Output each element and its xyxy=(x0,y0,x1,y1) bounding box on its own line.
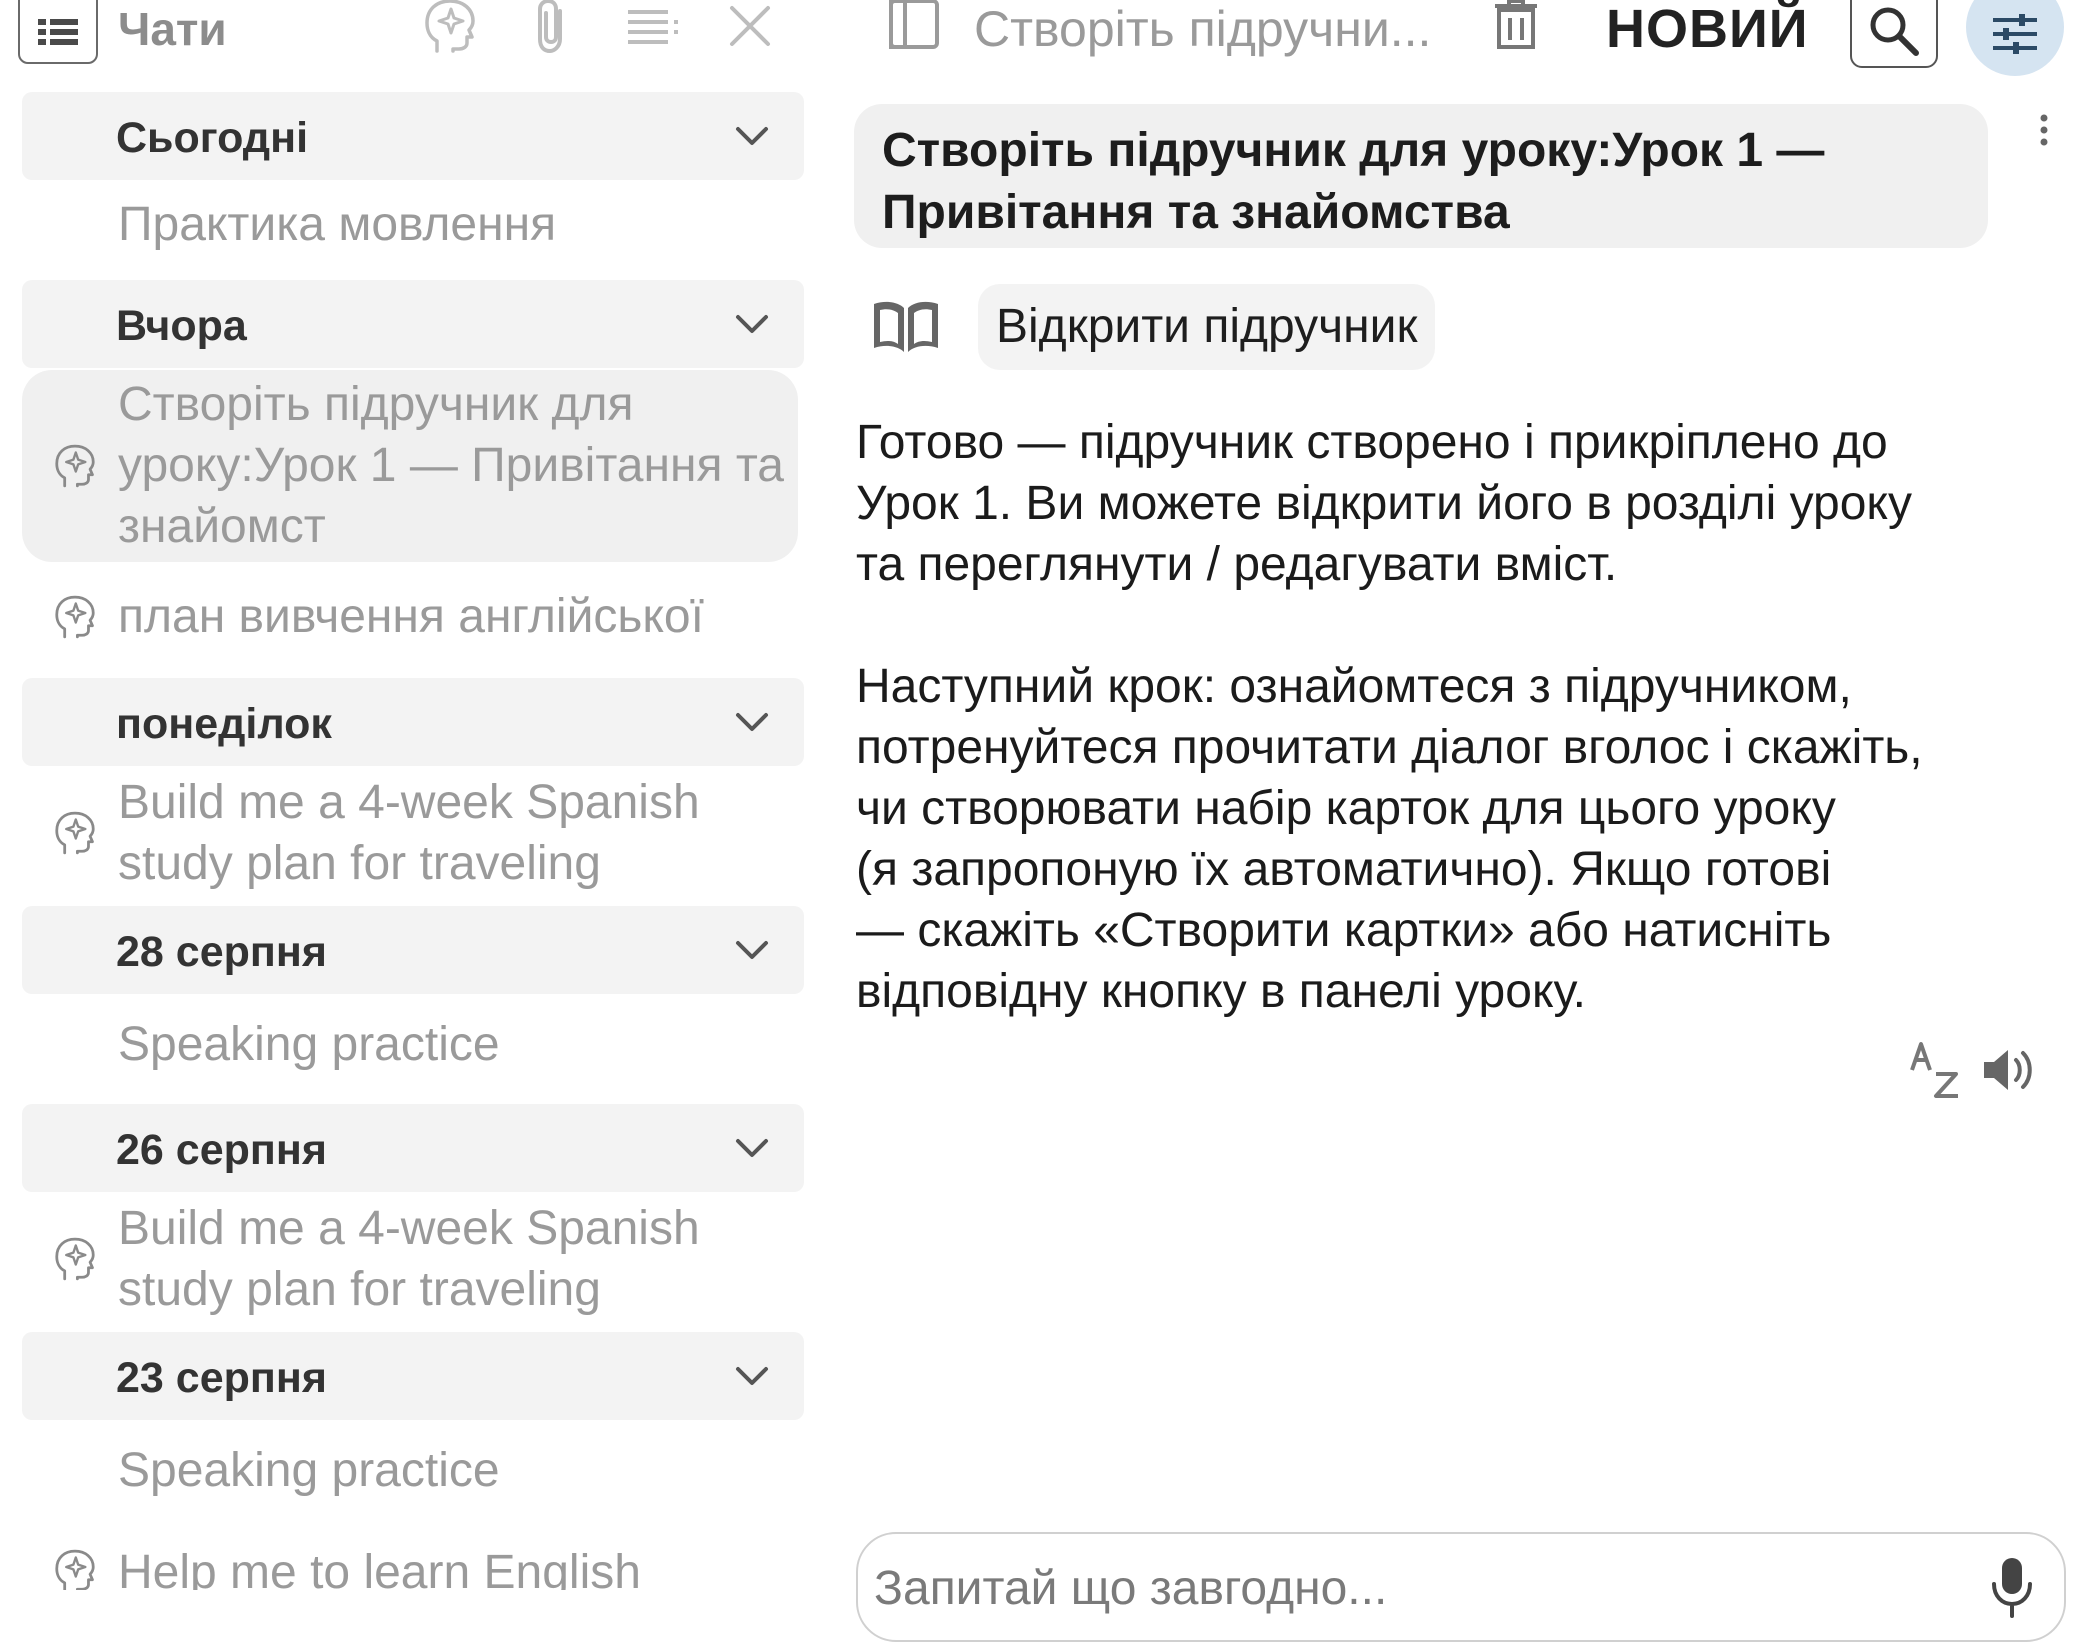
sidebar-title: Чати xyxy=(118,3,227,55)
translate-button[interactable] xyxy=(1908,1040,1964,1100)
chat-list: Сьогодні Практика мовлення Вчора Створіт… xyxy=(0,92,820,1590)
message-input[interactable] xyxy=(872,1552,1876,1624)
trash-icon xyxy=(1495,0,1537,49)
chat-item-title: план вивчення англійської xyxy=(118,590,704,643)
chat-item-title: Практика мовлення xyxy=(118,198,557,251)
chat-item-title: Speaking practice xyxy=(118,1444,500,1497)
chevron-down-icon xyxy=(736,713,768,731)
brain-sparkle-icon xyxy=(55,444,95,488)
translate-icon xyxy=(1910,1042,1958,1098)
answer-paragraph: Наступний крок: ознайомтеся з підручнико… xyxy=(856,660,1923,1018)
brain-sparkle-icon xyxy=(55,1237,95,1281)
group-label: Вчора xyxy=(116,302,247,350)
close-sidebar-button[interactable] xyxy=(718,0,782,58)
book-icon xyxy=(870,296,942,356)
chat-item-title: Build me a 4-week Spanish study plan for… xyxy=(118,1202,700,1316)
chat-item[interactable]: Build me a 4-week Spanish study plan for… xyxy=(22,766,796,906)
group-header[interactable]: понеділок xyxy=(22,678,804,766)
brain-sparkle-icon xyxy=(55,1549,95,1590)
more-options-icon[interactable] xyxy=(2034,112,2054,152)
chat-item-title: Help me to learn English xyxy=(118,1546,641,1590)
group-label: понеділок xyxy=(116,700,332,748)
brain-sparkle-icon xyxy=(55,811,95,855)
mic-icon xyxy=(1992,1558,2032,1618)
sidebar-toggle-button[interactable] xyxy=(18,0,98,64)
search-icon xyxy=(1870,7,1919,56)
chat-main: Створіть підручни... НОВИЙ Створіть підр… xyxy=(850,0,2076,1642)
chat-item-title: Створіть підручник для уроку:Урок 1 — Пр… xyxy=(118,378,784,553)
panel-icon xyxy=(889,0,939,49)
chat-item[interactable]: Speaking practice xyxy=(22,994,796,1104)
voice-input-button[interactable] xyxy=(1988,1556,2036,1620)
chat-item-selected[interactable]: Створіть підручник для уроку:Урок 1 — Пр… xyxy=(22,370,798,562)
speaker-icon xyxy=(1984,1050,2032,1090)
delete-chat-button[interactable] xyxy=(1486,0,1546,54)
read-aloud-button[interactable] xyxy=(1980,1044,2036,1096)
assistant-message: Готово — підручник створено і прикріплен… xyxy=(856,412,2066,1083)
brain-sparkle-icon xyxy=(55,595,95,639)
group-label: 23 серпня xyxy=(116,1354,327,1402)
chevron-down-icon xyxy=(736,1367,768,1385)
group-label: 28 серпня xyxy=(116,928,327,976)
group-header[interactable]: 23 серпня xyxy=(22,1332,804,1420)
chat-item[interactable]: Практика мовлення xyxy=(22,180,796,280)
group-label: 26 серпня xyxy=(116,1126,327,1174)
search-button[interactable] xyxy=(1850,0,1938,68)
chat-item[interactable]: Build me a 4-week Spanish study plan for… xyxy=(22,1192,796,1332)
group-header[interactable]: Вчора xyxy=(22,280,804,368)
close-icon xyxy=(730,6,770,46)
sliders-icon xyxy=(1993,14,2037,54)
answer-paragraph: Готово — підручник створено і прикріплен… xyxy=(856,416,1912,591)
group-header[interactable]: 28 серпня xyxy=(22,906,804,994)
list-icon xyxy=(38,19,78,45)
chat-title: Створіть підручни... xyxy=(974,1,1432,57)
chevron-down-icon xyxy=(736,127,768,145)
sidebar-header: Чати xyxy=(0,0,820,70)
chevron-down-icon xyxy=(736,315,768,333)
paperclip-icon xyxy=(538,0,562,54)
chevron-down-icon xyxy=(736,941,768,959)
group-header[interactable]: 26 серпня xyxy=(22,1104,804,1192)
new-ai-chat-button[interactable] xyxy=(418,0,482,58)
panel-toggle-button[interactable] xyxy=(886,0,942,52)
group-header[interactable]: Сьогодні xyxy=(22,92,804,180)
chat-item[interactable]: Help me to learn English xyxy=(22,1520,796,1590)
chat-item-title: Speaking practice xyxy=(118,1018,500,1071)
chat-item[interactable]: план вивчення англійської xyxy=(22,562,796,678)
prompt-box xyxy=(856,1532,2066,1642)
brain-sparkle-icon xyxy=(425,0,475,53)
settings-button[interactable] xyxy=(1966,0,2064,76)
attach-button[interactable] xyxy=(520,0,584,58)
chat-item[interactable]: Speaking practice xyxy=(22,1420,796,1520)
user-message-bubble: Створіть підручник для уроку:Урок 1 — Пр… xyxy=(854,104,1988,248)
chat-item-title: Build me a 4-week Spanish study plan for… xyxy=(118,776,700,890)
new-chat-button[interactable]: НОВИЙ xyxy=(1606,0,1809,60)
group-label: Сьогодні xyxy=(116,114,309,162)
filter-lines-icon xyxy=(628,10,678,44)
filter-button[interactable] xyxy=(622,0,686,58)
chat-sidebar: Чати Сьогодні Практика мовлення Вчора Ст… xyxy=(0,0,820,1590)
chevron-down-icon xyxy=(736,1139,768,1157)
open-textbook-button[interactable]: Відкрити підручник xyxy=(978,284,1436,370)
